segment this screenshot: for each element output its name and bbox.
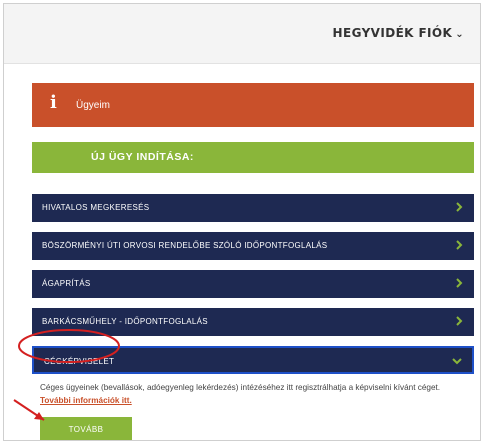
menu-item-barkacsmuhely[interactable]: BARKÁCSMŰHELY - IDŐPONTFOGLALÁS xyxy=(32,308,474,336)
my-cases-label: Ügyeim xyxy=(76,100,110,111)
chevron-right-icon xyxy=(454,315,464,327)
new-case-header: ÚJ ÜGY INDÍTÁSA: xyxy=(32,142,474,173)
main-content: i Ügyeim ÚJ ÜGY INDÍTÁSA: HIVATALOS MEGK… xyxy=(32,83,474,440)
menu-item-orvosi-rendelo[interactable]: BÖSZÖRMÉNYI ÚTI ORVOSI RENDELŐBE SZÓLÓ I… xyxy=(32,232,474,260)
menu-item-cegkepviselet[interactable]: CÉGKÉPVISELET xyxy=(32,346,474,374)
account-label: HEGYVIDÉK FIÓK xyxy=(332,26,453,40)
caret-down-icon: ⌄ xyxy=(455,29,464,40)
chevron-down-icon xyxy=(452,355,462,367)
menu-item-label: BÖSZÖRMÉNYI ÚTI ORVOSI RENDELŐBE SZÓLÓ I… xyxy=(42,241,328,250)
my-cases-button[interactable]: i Ügyeim xyxy=(32,83,474,127)
cegkepviselet-description: Céges ügyeinek (bevallások, adóegyenleg … xyxy=(32,382,474,407)
browser-viewport: HEGYVIDÉK FIÓK ⌄ i Ügyeim ÚJ ÜGY INDÍTÁSA… xyxy=(3,3,481,441)
new-case-label: ÚJ ÜGY INDÍTÁSA: xyxy=(91,151,194,163)
menu-item-label: HIVATALOS MEGKERESÉS xyxy=(42,203,150,212)
account-menu[interactable]: HEGYVIDÉK FIÓK ⌄ xyxy=(333,26,464,40)
chevron-right-icon xyxy=(454,201,464,213)
more-info-link[interactable]: További információk itt. xyxy=(40,396,132,405)
chevron-right-icon xyxy=(454,277,464,289)
menu-item-label: ÁGAPRÍTÁS xyxy=(42,279,91,288)
description-text: Céges ügyeinek (bevallások, adóegyenleg … xyxy=(40,383,441,392)
menu-item-label: BARKÁCSMŰHELY - IDŐPONTFOGLALÁS xyxy=(42,317,208,326)
menu-item-label: CÉGKÉPVISELET xyxy=(44,357,115,366)
chevron-right-icon xyxy=(454,239,464,251)
menu-item-hivatalos-megkereses[interactable]: HIVATALOS MEGKERESÉS xyxy=(32,194,474,222)
info-icon: i xyxy=(50,92,57,113)
continue-button[interactable]: TOVÁBB xyxy=(40,417,132,440)
menu-item-agapritas[interactable]: ÁGAPRÍTÁS xyxy=(32,270,474,298)
top-bar: HEGYVIDÉK FIÓK ⌄ xyxy=(4,4,480,64)
